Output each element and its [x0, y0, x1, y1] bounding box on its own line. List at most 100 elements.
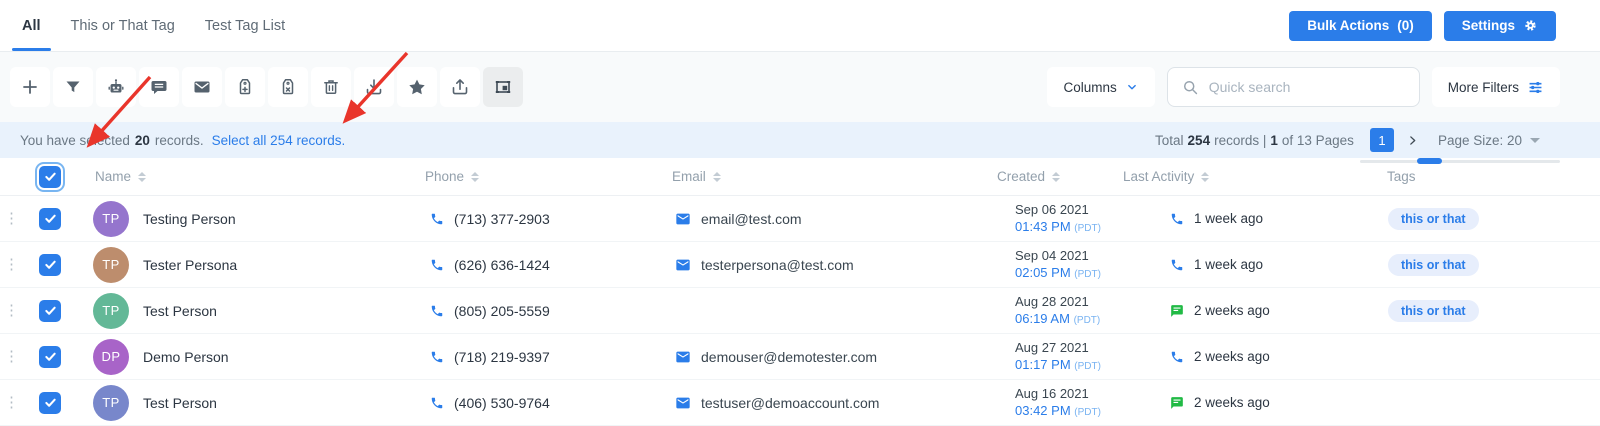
tab-all[interactable]: All [20, 0, 43, 51]
import-button[interactable] [354, 67, 394, 107]
bot-button[interactable] [96, 67, 136, 107]
created-time: 06:19 AM [1015, 311, 1070, 326]
tab-test-tag-list[interactable]: Test Tag List [203, 0, 287, 51]
column-header-email[interactable]: Email [660, 169, 955, 184]
phone-cell: (805) 205-5559 [410, 303, 660, 319]
bulk-actions-button[interactable]: Bulk Actions (0) [1289, 11, 1432, 41]
row-menu-button[interactable]: ⋮ [0, 211, 24, 226]
favorite-button[interactable] [397, 67, 437, 107]
column-header-created[interactable]: Created [955, 169, 1110, 184]
created-timezone: (PDT) [1074, 223, 1101, 234]
tab-this-or-that-tag[interactable]: This or That Tag [69, 0, 177, 51]
column-header-phone[interactable]: Phone [410, 169, 660, 184]
table-header: Name Phone Email Created Last Activity T… [0, 158, 1600, 196]
column-header-name[interactable]: Name [76, 169, 410, 184]
created-cell: Aug 28 2021 06:19 AM (PDT) [955, 293, 1110, 329]
email-address[interactable]: email@test.com [701, 211, 802, 227]
more-filters-label: More Filters [1448, 80, 1519, 95]
delete-button[interactable] [311, 67, 351, 107]
created-timezone: (PDT) [1074, 361, 1101, 372]
last-activity-text: 2 weeks ago [1194, 349, 1270, 364]
last-activity-text: 1 week ago [1194, 257, 1263, 272]
tag-pill[interactable]: this or that [1388, 254, 1479, 276]
image-tool-button[interactable] [483, 67, 523, 107]
row-checkbox[interactable] [39, 346, 61, 368]
phone-icon [1170, 258, 1184, 272]
table-row[interactable]: ⋮ TP Test Person (406) 530-9764 testu [0, 380, 1600, 426]
chevron-down-icon [1125, 80, 1139, 94]
remove-tag-button[interactable] [268, 67, 308, 107]
gear-icon [1523, 18, 1538, 33]
table-body: ⋮ TP Testing Person (713) 377-2903 em [0, 196, 1600, 426]
contact-name[interactable]: Demo Person [143, 349, 229, 365]
table-row[interactable]: ⋮ TP Tester Persona (626) 636-1424 te [0, 242, 1600, 288]
message-button[interactable] [139, 67, 179, 107]
phone-icon [430, 350, 444, 364]
name-cell: TP Test Person [76, 293, 410, 329]
add-record-button[interactable] [10, 67, 50, 107]
email-address[interactable]: testuser@demoaccount.com [701, 395, 879, 411]
phone-cell: (406) 530-9764 [410, 395, 660, 411]
created-date: Aug 16 2021 [1015, 385, 1110, 402]
name-cell: TP Test Person [76, 385, 410, 421]
created-timezone: (PDT) [1074, 407, 1101, 418]
phone-number[interactable]: (406) 530-9764 [454, 395, 550, 411]
created-date: Aug 28 2021 [1015, 293, 1110, 310]
tag-pill[interactable]: this or that [1388, 208, 1479, 230]
select-all-link[interactable]: Select all 254 records. [212, 133, 346, 148]
sliders-icon [1527, 79, 1544, 96]
email-button[interactable] [182, 67, 222, 107]
email-address[interactable]: testerpersona@test.com [701, 257, 854, 273]
selection-count: 20 [135, 133, 150, 148]
row-checkbox[interactable] [39, 392, 61, 414]
last-activity-cell: 2 weeks ago [1110, 349, 1310, 364]
phone-number[interactable]: (718) 219-9397 [454, 349, 550, 365]
row-checkbox[interactable] [39, 254, 61, 276]
columns-dropdown[interactable]: Columns [1047, 67, 1154, 107]
pagination: Total 254 records | 1 of 13 Pages 1 Page… [1155, 128, 1540, 152]
column-header-last-activity[interactable]: Last Activity [1110, 169, 1310, 184]
horizontal-scrollbar-thumb[interactable] [1417, 158, 1442, 164]
row-menu-button[interactable]: ⋮ [0, 349, 24, 364]
toolbar-icon-buttons [10, 67, 523, 107]
image-frame-icon [493, 77, 513, 97]
selection-summary: You have selected 20 records. Select all… [20, 133, 345, 148]
more-filters-button[interactable]: More Filters [1432, 67, 1560, 107]
row-checkbox[interactable] [39, 208, 61, 230]
tag-remove-icon [278, 77, 298, 97]
table-row[interactable]: ⋮ DP Demo Person (718) 219-9397 demou [0, 334, 1600, 380]
contact-name[interactable]: Test Person [143, 303, 217, 319]
settings-button[interactable]: Settings [1444, 11, 1556, 41]
email-address[interactable]: demouser@demotester.com [701, 349, 877, 365]
created-cell: Sep 06 2021 01:43 PM (PDT) [955, 201, 1110, 237]
phone-number[interactable]: (713) 377-2903 [454, 211, 550, 227]
contact-name[interactable]: Testing Person [143, 211, 236, 227]
add-tag-button[interactable] [225, 67, 265, 107]
page-1-button[interactable]: 1 [1370, 128, 1394, 152]
chat-icon [1170, 304, 1184, 318]
next-page-button[interactable] [1404, 128, 1422, 152]
row-menu-button[interactable]: ⋮ [0, 303, 24, 318]
row-checkbox[interactable] [39, 300, 61, 322]
filter-button[interactable] [53, 67, 93, 107]
tag-pill[interactable]: this or that [1388, 300, 1479, 322]
table-row[interactable]: ⋮ TP Test Person (805) 205-5559 [0, 288, 1600, 334]
page-size-dropdown[interactable]: Page Size: 20 [1438, 133, 1540, 148]
quick-search-input[interactable] [1209, 79, 1405, 95]
phone-icon [1170, 350, 1184, 364]
select-all-checkbox[interactable] [39, 166, 61, 188]
export-button[interactable] [440, 67, 480, 107]
row-menu-button[interactable]: ⋮ [0, 257, 24, 272]
contact-name[interactable]: Tester Persona [143, 257, 237, 273]
contact-name[interactable]: Test Person [143, 395, 217, 411]
phone-number[interactable]: (626) 636-1424 [454, 257, 550, 273]
table-row[interactable]: ⋮ TP Testing Person (713) 377-2903 em [0, 196, 1600, 242]
plus-icon [20, 77, 40, 97]
row-menu-button[interactable]: ⋮ [0, 395, 24, 410]
top-actions: Bulk Actions (0) Settings [1289, 11, 1556, 41]
avatar: DP [93, 339, 129, 375]
selection-suffix: records. [155, 133, 204, 148]
check-icon [44, 170, 57, 183]
email-column-label: Email [672, 169, 706, 184]
phone-number[interactable]: (805) 205-5559 [454, 303, 550, 319]
